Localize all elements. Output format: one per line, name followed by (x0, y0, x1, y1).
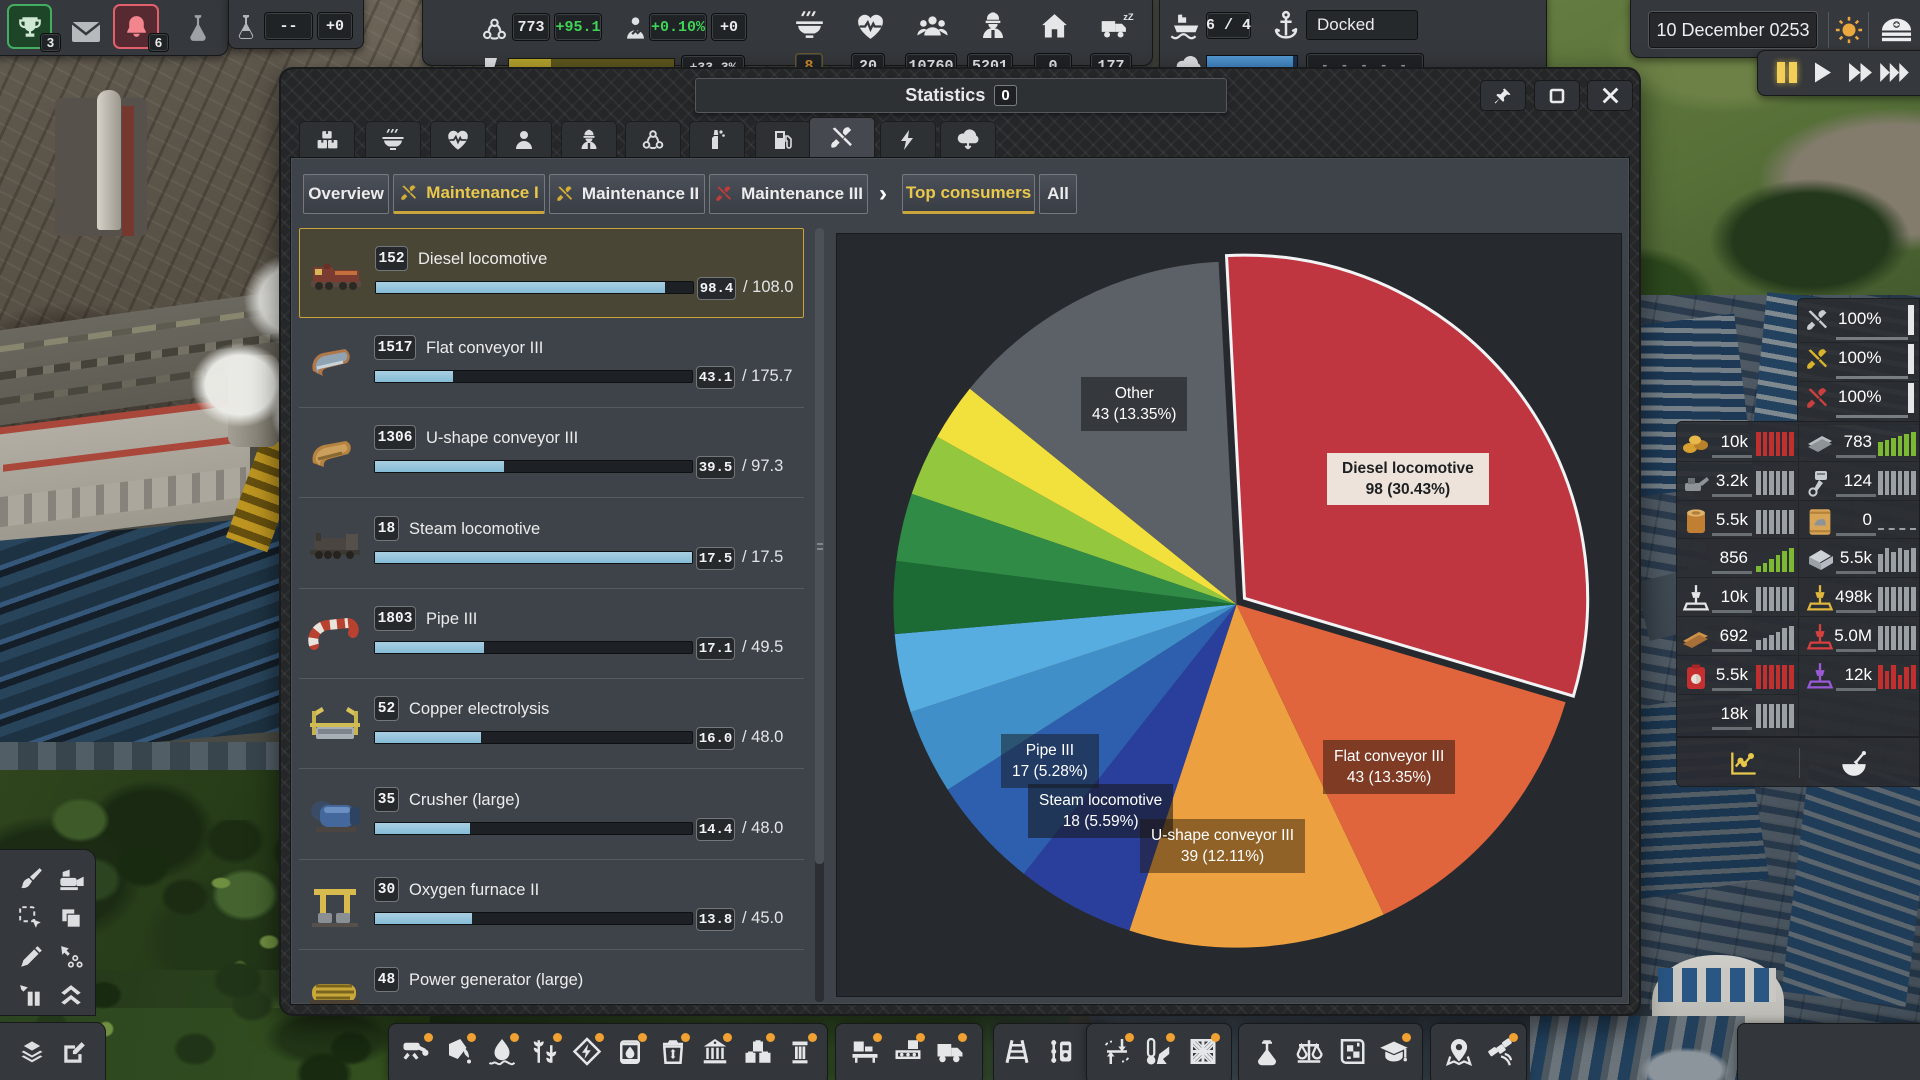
svg-text:zZ: zZ (1123, 10, 1134, 21)
